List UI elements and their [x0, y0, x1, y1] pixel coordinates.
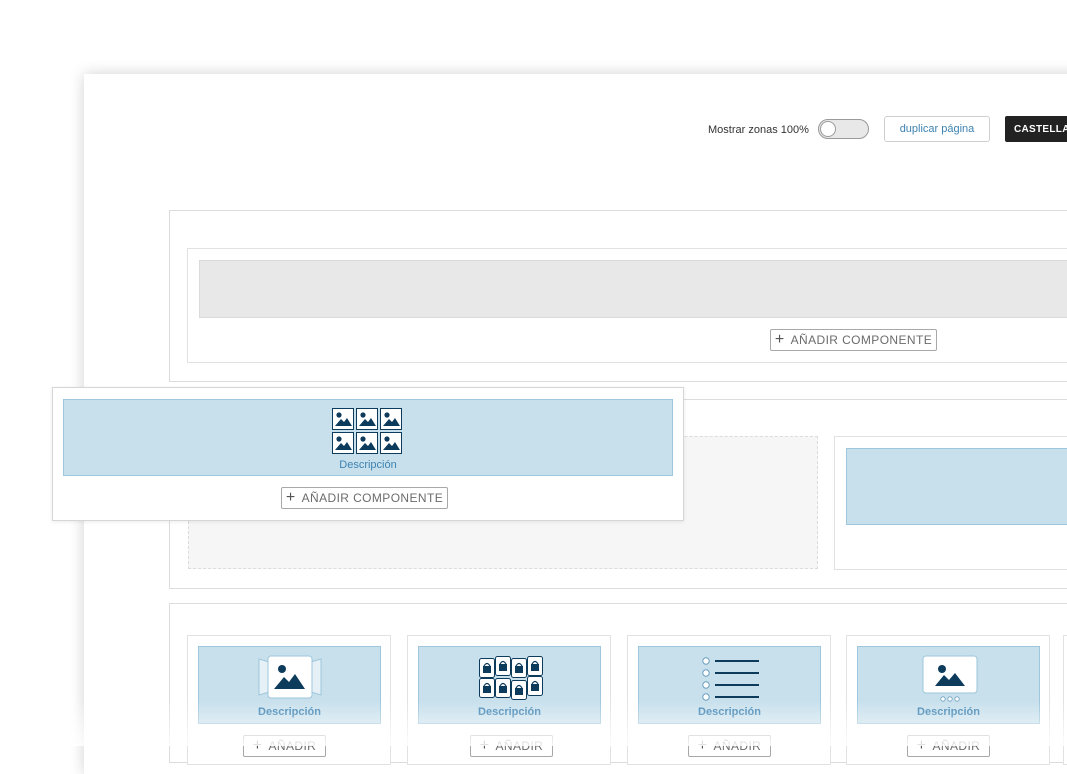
- product-grid-icon: [478, 655, 544, 701]
- add-label: AÑADIR: [268, 739, 317, 753]
- product-grid-component[interactable]: Descripción: [418, 646, 601, 724]
- component-description: Descripción: [917, 706, 980, 718]
- image-grid-component[interactable]: Descripción: [63, 399, 673, 476]
- image-slider-component[interactable]: Descripción: [857, 646, 1040, 724]
- image-grid-icon: [332, 408, 402, 454]
- plus-icon: +: [252, 737, 263, 754]
- list-component[interactable]: Descripción: [638, 646, 821, 724]
- carousel-component[interactable]: Descripción: [198, 646, 381, 724]
- image-slider-icon: [922, 655, 978, 702]
- plus-icon: +: [916, 737, 927, 754]
- plus-icon: +: [697, 737, 708, 754]
- language-button[interactable]: CASTELLANO: [1005, 116, 1067, 142]
- add-button[interactable]: + AÑADIR: [470, 735, 553, 757]
- toggle-knob: [820, 121, 836, 137]
- duplicate-page-button[interactable]: duplicar página: [884, 116, 990, 142]
- component-block-right[interactable]: [846, 448, 1067, 525]
- add-component-label: AÑADIR COMPONENTE: [301, 491, 444, 505]
- empty-component-placeholder: [199, 260, 1067, 318]
- plus-icon: +: [774, 331, 785, 348]
- add-component-label: AÑADIR COMPONENTE: [790, 333, 933, 347]
- image-carousel-icon: [258, 655, 322, 699]
- add-label: AÑADIR: [713, 739, 762, 753]
- show-zones-toggle[interactable]: [818, 119, 869, 139]
- dragged-component-panel[interactable]: Descripción + AÑADIR COMPONENTE: [52, 387, 684, 521]
- component-description: Descripción: [339, 459, 397, 471]
- show-zones-label: Mostrar zonas 100%: [708, 124, 809, 136]
- list-icon: [702, 657, 759, 701]
- component-description: Descripción: [698, 706, 761, 718]
- component-description: Descripción: [478, 706, 541, 718]
- add-button[interactable]: + AÑADIR: [243, 735, 326, 757]
- add-button[interactable]: + AÑADIR: [907, 735, 990, 757]
- add-component-button[interactable]: + AÑADIR COMPONENTE: [770, 329, 937, 351]
- component-description: Descripción: [258, 706, 321, 718]
- add-component-button[interactable]: + AÑADIR COMPONENTE: [281, 487, 448, 509]
- plus-icon: +: [479, 737, 490, 754]
- add-button[interactable]: + AÑADIR: [688, 735, 771, 757]
- add-label: AÑADIR: [932, 739, 981, 753]
- plus-icon: +: [285, 489, 296, 506]
- add-label: AÑADIR: [495, 739, 544, 753]
